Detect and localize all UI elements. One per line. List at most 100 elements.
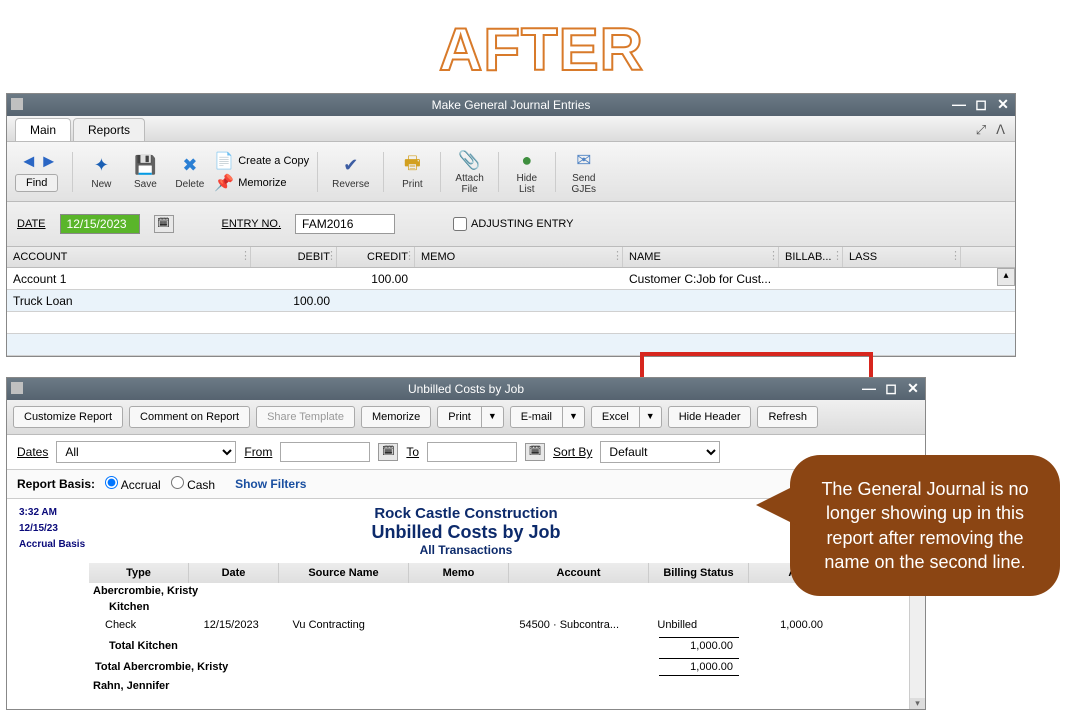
dates-label: Dates [17,445,48,459]
col-billable[interactable]: BILLAB... [779,247,843,267]
next-arrow-icon[interactable]: ► [40,151,58,172]
rcol-billing-status[interactable]: Billing Status [649,563,749,583]
close-icon[interactable]: ✕ [995,96,1011,113]
to-input[interactable] [427,442,517,462]
attach-icon: 📎 [458,148,482,172]
cash-radio[interactable]: Cash [171,476,215,492]
cell-billable[interactable] [779,277,843,281]
rcol-type[interactable]: Type [89,563,189,583]
col-class[interactable]: LASS [843,247,961,267]
chevron-up-icon[interactable]: ᐱ [996,122,1005,138]
cell-memo[interactable] [415,277,623,281]
expand-icon[interactable]: ⤢ [976,122,986,138]
col-memo[interactable]: MEMO [415,247,623,267]
save-button[interactable]: 💾Save [125,152,165,192]
subtotal-row: Total Kitchen 1,000.00 [89,635,829,656]
form-row: DATE 12/15/2023 🗓 ENTRY NO. ADJUSTING EN… [7,202,1015,247]
cell-debit[interactable] [251,277,337,281]
share-template-button[interactable]: Share Template [256,406,355,428]
report-row[interactable]: Check 12/15/2023 Vu Contracting 54500 · … [89,615,829,635]
rcol-source-name[interactable]: Source Name [279,563,409,583]
new-icon: ✦ [89,154,113,178]
col-account[interactable]: ACCOUNT [7,247,251,267]
prev-arrow-icon[interactable]: ◄ [20,151,38,172]
maximize-icon[interactable]: ◻ [883,380,899,397]
minimize-icon[interactable]: — [861,380,877,397]
report-toolbar: Customize Report Comment on Report Share… [7,400,925,435]
print-dropdown-icon[interactable]: ▼ [482,406,504,428]
journal-grid: ACCOUNT DEBIT CREDIT MEMO NAME BILLAB...… [7,247,1015,356]
calendar-icon[interactable]: 🗓 [378,443,398,461]
memorize-icon: 📌 [214,173,234,193]
calendar-icon[interactable]: 🗓 [525,443,545,461]
calendar-icon[interactable]: 🗓 [154,215,174,233]
hide-list-icon: ● [515,148,539,172]
col-debit[interactable]: DEBIT [251,247,337,267]
table-row: Account 1 100.00 Customer C:Job for Cust… [7,268,1015,290]
customize-report-button[interactable]: Customize Report [13,406,123,428]
callout-text: The General Journal is no longer showing… [790,455,1060,596]
journal-titlebar: Make General Journal Entries — ◻ ✕ [7,94,1015,116]
report-time: 3:32 AM [19,505,109,521]
report-date: 12/15/23 [19,521,109,537]
tab-row: Main Reports ⤢ ᐱ [7,116,1015,142]
date-input[interactable]: 12/15/2023 [60,214,140,234]
col-name[interactable]: NAME [623,247,779,267]
refresh-button[interactable]: Refresh [757,406,818,428]
subgroup-header: Kitchen [89,599,829,615]
sortby-label: Sort By [553,445,592,459]
email-button[interactable]: E-mail [510,406,563,428]
save-icon: 💾 [133,154,157,178]
report-body: 3:32 AM 12/15/23 Accrual Basis Rock Cast… [7,499,925,709]
print-icon: 🖶 [400,154,424,178]
excel-button[interactable]: Excel [591,406,640,428]
report-subheading: All Transactions [109,543,823,557]
from-input[interactable] [280,442,370,462]
minimize-icon[interactable]: — [951,96,967,113]
hide-header-button[interactable]: Hide Header [668,406,752,428]
memorize-report-button[interactable]: Memorize [361,406,431,428]
journal-toolbar: ◄ ► Find ✦New 💾Save ✖Delete 📄Create a Co… [7,142,1015,202]
entryno-input[interactable] [295,214,395,234]
create-copy-button[interactable]: 📄Create a Copy [214,151,309,171]
maximize-icon[interactable]: ◻ [973,96,989,113]
cell-credit[interactable]: 100.00 [337,270,415,288]
window-icon [11,98,23,110]
cell-account[interactable]: Account 1 [7,270,251,288]
memorize-button[interactable]: 📌Memorize [214,173,309,193]
cell-class[interactable] [843,277,961,281]
accrual-radio[interactable]: Accrual [105,476,161,492]
table-row [7,334,1015,356]
journal-title: Make General Journal Entries [432,98,591,112]
filter-row: Dates All From 🗓 To 🗓 Sort By Default [7,435,925,470]
scroll-up-icon[interactable]: ▴ [997,268,1015,286]
rcol-account[interactable]: Account [509,563,649,583]
dates-select[interactable]: All [56,441,236,463]
attach-file-button[interactable]: 📎AttachFile [449,146,489,197]
new-button[interactable]: ✦New [81,152,121,192]
find-button[interactable]: Find [15,174,58,192]
print-button[interactable]: 🖶Print [392,152,432,192]
close-icon[interactable]: ✕ [905,380,921,397]
delete-button[interactable]: ✖Delete [169,152,210,192]
adjusting-entry-check[interactable]: ADJUSTING ENTRY [453,217,573,231]
excel-dropdown-icon[interactable]: ▼ [640,406,662,428]
from-label: From [244,445,272,459]
reverse-button[interactable]: ✔Reverse [326,152,375,192]
cell-name[interactable]: Customer C:Job for Cust... [623,270,779,288]
group-header: Abercrombie, Kristy [89,583,829,599]
col-credit[interactable]: CREDIT [337,247,415,267]
sortby-select[interactable]: Default [600,441,720,463]
email-dropdown-icon[interactable]: ▼ [563,406,585,428]
tab-main[interactable]: Main [15,118,71,141]
reverse-icon: ✔ [339,154,363,178]
tab-reports[interactable]: Reports [73,118,145,141]
rcol-date[interactable]: Date [189,563,279,583]
comment-report-button[interactable]: Comment on Report [129,406,250,428]
print-report-button[interactable]: Print [437,406,482,428]
hide-list-button[interactable]: ●HideList [507,146,547,197]
delete-icon: ✖ [178,154,202,178]
send-gjes-button[interactable]: ✉SendGJEs [564,146,604,197]
show-filters-link[interactable]: Show Filters [235,477,306,491]
rcol-memo[interactable]: Memo [409,563,509,583]
